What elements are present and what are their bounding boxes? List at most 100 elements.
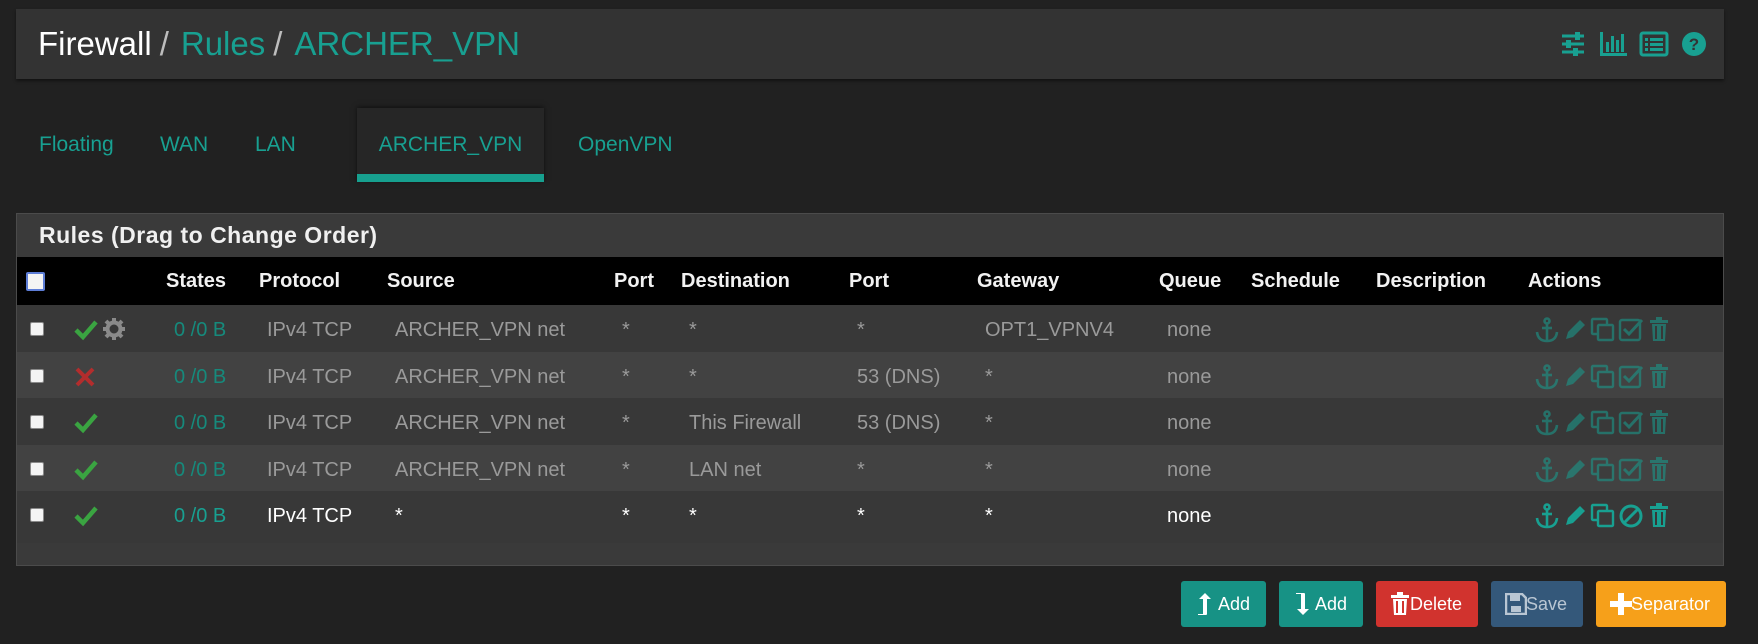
bar-chart-icon[interactable] bbox=[1598, 30, 1628, 58]
row-select-checkbox[interactable] bbox=[30, 415, 44, 429]
protocol-cell: IPv4 TCP bbox=[267, 505, 353, 527]
table-row[interactable]: 0 /0 B IPv4 TCP ARCHER_VPN net * * * OPT1_VPNV… bbox=[17, 305, 1723, 357]
list-icon[interactable] bbox=[1639, 30, 1669, 58]
protocol-cell: IPv4 TCP bbox=[267, 412, 353, 434]
row-select-checkbox[interactable] bbox=[30, 322, 44, 336]
tab-archer-vpn[interactable]: ARCHER_VPN bbox=[357, 108, 544, 182]
gateway-cell: * bbox=[985, 412, 993, 434]
trash-icon[interactable] bbox=[1646, 456, 1672, 483]
tab-lan[interactable]: LAN bbox=[255, 108, 296, 182]
tab-wan[interactable]: WAN bbox=[160, 108, 208, 182]
block-x-icon[interactable] bbox=[74, 364, 96, 394]
col-queue[interactable]: Queue bbox=[1159, 270, 1221, 293]
plus-icon bbox=[1610, 593, 1632, 615]
source-port-cell: * bbox=[622, 365, 630, 388]
breadcrumb-rules[interactable]: Rules bbox=[181, 25, 265, 62]
col-gateway[interactable]: Gateway bbox=[977, 270, 1059, 293]
pass-check-icon[interactable] bbox=[74, 503, 98, 533]
col-description[interactable]: Description bbox=[1376, 270, 1486, 293]
source-cell: * bbox=[395, 505, 403, 527]
source-port-cell: * bbox=[622, 412, 630, 434]
pass-check-icon[interactable] bbox=[74, 317, 98, 347]
pencil-icon[interactable] bbox=[1562, 457, 1588, 483]
check-square-icon[interactable] bbox=[1618, 317, 1644, 343]
ban-icon[interactable] bbox=[1618, 503, 1644, 529]
anchor-icon[interactable] bbox=[1534, 363, 1560, 390]
trash-icon[interactable] bbox=[1646, 363, 1672, 390]
breadcrumb: Firewall / Rules / ARCHER_VPN bbox=[38, 25, 520, 63]
save-button[interactable]: Save bbox=[1491, 581, 1583, 627]
separator-label: Separator bbox=[1630, 594, 1710, 614]
table-row[interactable]: 0 /0 B IPv4 TCP ARCHER_VPN net * * 53 (DNS) * n… bbox=[17, 351, 1723, 404]
check-square-icon[interactable] bbox=[1618, 457, 1644, 483]
check-square-icon[interactable] bbox=[1618, 364, 1644, 390]
anchor-icon[interactable] bbox=[1534, 317, 1560, 343]
tab-openvpn[interactable]: OpenVPN bbox=[578, 108, 673, 182]
trash-icon bbox=[1391, 592, 1409, 615]
check-square-icon[interactable] bbox=[1618, 410, 1644, 436]
add-rule-bottom-button[interactable]: Add bbox=[1279, 581, 1363, 627]
table-row[interactable]: 0 /0 B IPv4 TCP ARCHER_VPN net * This Firewa… bbox=[17, 398, 1723, 450]
queue-cell: none bbox=[1167, 505, 1212, 527]
gear-icon[interactable] bbox=[102, 317, 126, 347]
trash-icon[interactable] bbox=[1646, 317, 1672, 343]
col-schedule[interactable]: Schedule bbox=[1251, 270, 1340, 293]
trash-icon[interactable] bbox=[1646, 503, 1672, 529]
add-rule-top-button[interactable]: Add bbox=[1181, 581, 1266, 627]
pencil-icon[interactable] bbox=[1562, 503, 1588, 529]
destination-cell: * bbox=[689, 505, 697, 527]
col-source[interactable]: Source bbox=[387, 270, 455, 293]
states-cell: 0 /0 B bbox=[174, 365, 227, 388]
row-actions bbox=[1534, 456, 1672, 483]
pencil-icon[interactable] bbox=[1562, 410, 1588, 436]
col-protocol[interactable]: Protocol bbox=[259, 270, 340, 293]
sliders-icon[interactable] bbox=[1559, 30, 1587, 58]
delete-button[interactable]: Delete bbox=[1376, 581, 1478, 627]
anchor-icon[interactable] bbox=[1534, 410, 1560, 436]
copy-icon[interactable] bbox=[1590, 317, 1616, 343]
row-select-checkbox[interactable] bbox=[30, 368, 44, 383]
states-cell: 0 /0 B bbox=[174, 505, 227, 527]
col-source-port[interactable]: Port bbox=[614, 270, 654, 293]
col-states[interactable]: States bbox=[166, 270, 226, 293]
pencil-icon[interactable] bbox=[1562, 317, 1588, 343]
source-cell: ARCHER_VPN net bbox=[395, 319, 566, 341]
arrow-turn-down-icon bbox=[1296, 593, 1309, 615]
row-select-checkbox[interactable] bbox=[30, 461, 44, 476]
col-destination[interactable]: Destination bbox=[681, 270, 790, 293]
destination-cell: LAN net bbox=[689, 458, 762, 481]
pass-check-icon[interactable] bbox=[74, 410, 98, 440]
row-actions bbox=[1534, 363, 1672, 390]
destination-port-cell: 53 (DNS) bbox=[857, 365, 941, 388]
tab-floating[interactable]: Floating bbox=[39, 108, 114, 182]
pass-check-icon[interactable] bbox=[74, 457, 98, 487]
source-port-cell: * bbox=[622, 505, 630, 527]
queue-cell: none bbox=[1167, 412, 1212, 434]
copy-icon[interactable] bbox=[1590, 457, 1616, 483]
copy-icon[interactable] bbox=[1590, 364, 1616, 390]
trash-icon[interactable] bbox=[1646, 410, 1672, 436]
states-cell: 0 /0 B bbox=[174, 412, 227, 434]
anchor-icon[interactable] bbox=[1534, 503, 1560, 529]
states-cell: 0 /0 B bbox=[174, 458, 227, 481]
destination-port-cell: * bbox=[857, 319, 865, 341]
rules-panel: Rules (Drag to Change Order) States Prot… bbox=[16, 213, 1724, 566]
table-row[interactable]: 0 /0 B IPv4 TCP * * * * * none bbox=[17, 491, 1723, 543]
anchor-icon[interactable] bbox=[1534, 456, 1560, 483]
queue-cell: none bbox=[1167, 458, 1212, 481]
table-header: States Protocol Source Port Destination … bbox=[17, 257, 1723, 305]
separator-button[interactable]: Separator bbox=[1596, 581, 1726, 627]
breadcrumb-interface[interactable]: ARCHER_VPN bbox=[294, 25, 520, 62]
row-select-checkbox[interactable] bbox=[30, 508, 44, 522]
copy-icon[interactable] bbox=[1590, 503, 1616, 529]
pencil-icon[interactable] bbox=[1562, 364, 1588, 390]
help-icon[interactable]: ? bbox=[1680, 30, 1708, 58]
col-destination-port[interactable]: Port bbox=[849, 270, 889, 293]
breadcrumb-separator: / bbox=[273, 25, 283, 62]
select-all-checkbox[interactable] bbox=[26, 272, 45, 291]
table-row[interactable]: 0 /0 B IPv4 TCP ARCHER_VPN net * LAN net * * no… bbox=[17, 444, 1723, 497]
breadcrumb-firewall[interactable]: Firewall bbox=[38, 25, 152, 62]
delete-label: Delete bbox=[1409, 594, 1462, 614]
source-cell: ARCHER_VPN net bbox=[395, 458, 566, 481]
copy-icon[interactable] bbox=[1590, 410, 1616, 436]
